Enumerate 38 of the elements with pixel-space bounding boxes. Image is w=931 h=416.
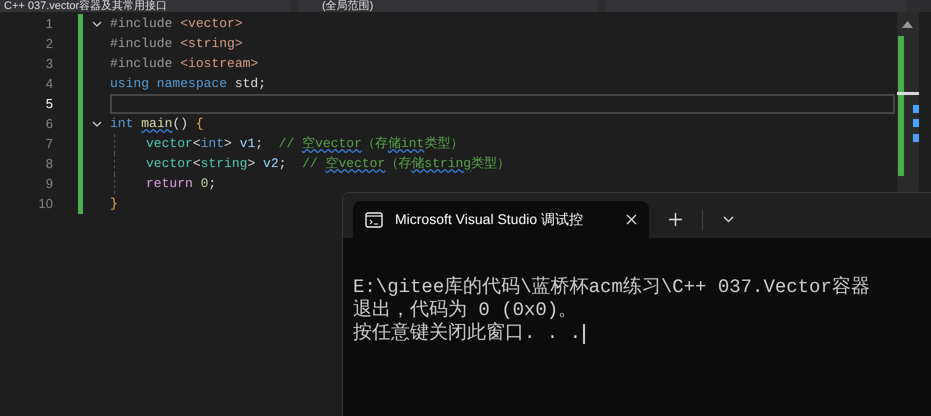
console-output-line: 按任意键关闭此窗口. . . (353, 321, 582, 346)
scope-dropdown[interactable]: (全局范围) (298, 0, 598, 12)
chevron-icon[interactable] (92, 21, 102, 27)
line-number: 2 (44, 35, 53, 54)
code-line: vector<int> v1; // 空vector（存储int类型） (146, 135, 464, 154)
code-line: } (110, 195, 118, 214)
line-number: 1 (44, 15, 53, 34)
code-line: return 0; (146, 175, 216, 194)
scrollbar[interactable] (897, 12, 919, 192)
scroll-marker (913, 134, 919, 142)
text-cursor (583, 324, 586, 344)
up-arrow-icon[interactable] (902, 21, 913, 28)
code-line: vector<string> v2; // 空vector（存储string类型） (146, 155, 510, 174)
line-number: 6 (44, 115, 53, 134)
line-number: 7 (44, 135, 53, 154)
line-number: 5 (44, 95, 53, 114)
plus-icon[interactable] (669, 213, 682, 226)
line-number: 4 (44, 75, 53, 94)
console-output-line: E:\gitee库的代码\蓝桥杯acm练习\C++ 037.Vector容器 (353, 275, 870, 299)
line-number: 9 (44, 175, 53, 194)
code-line: #include <vector> (110, 15, 243, 34)
code-line: int main() { (110, 115, 204, 134)
console-output-line: 退出，代码为 0 (0x0)。 (353, 298, 578, 322)
code-line: #include <iostream> (110, 55, 258, 74)
line-number: 3 (44, 55, 53, 74)
chevron-icon[interactable] (92, 121, 102, 127)
terminal-icon (365, 212, 383, 228)
line-number: 8 (44, 155, 53, 174)
code-line: #include <string> (110, 35, 243, 54)
code-line: using namespace std; (110, 75, 266, 94)
scroll-marker (913, 105, 919, 113)
tab-title: Microsoft Visual Studio 调试控 (395, 210, 584, 229)
close-icon[interactable] (626, 214, 637, 225)
line-number: 10 (38, 195, 53, 214)
scroll-marker (913, 119, 919, 127)
console-tab[interactable]: Microsoft Visual Studio 调试控 (353, 201, 649, 238)
chevron-down-icon[interactable] (723, 216, 734, 223)
file-scope-dropdown[interactable]: C++ 037.vector容器及其常用接口 (0, 0, 290, 12)
